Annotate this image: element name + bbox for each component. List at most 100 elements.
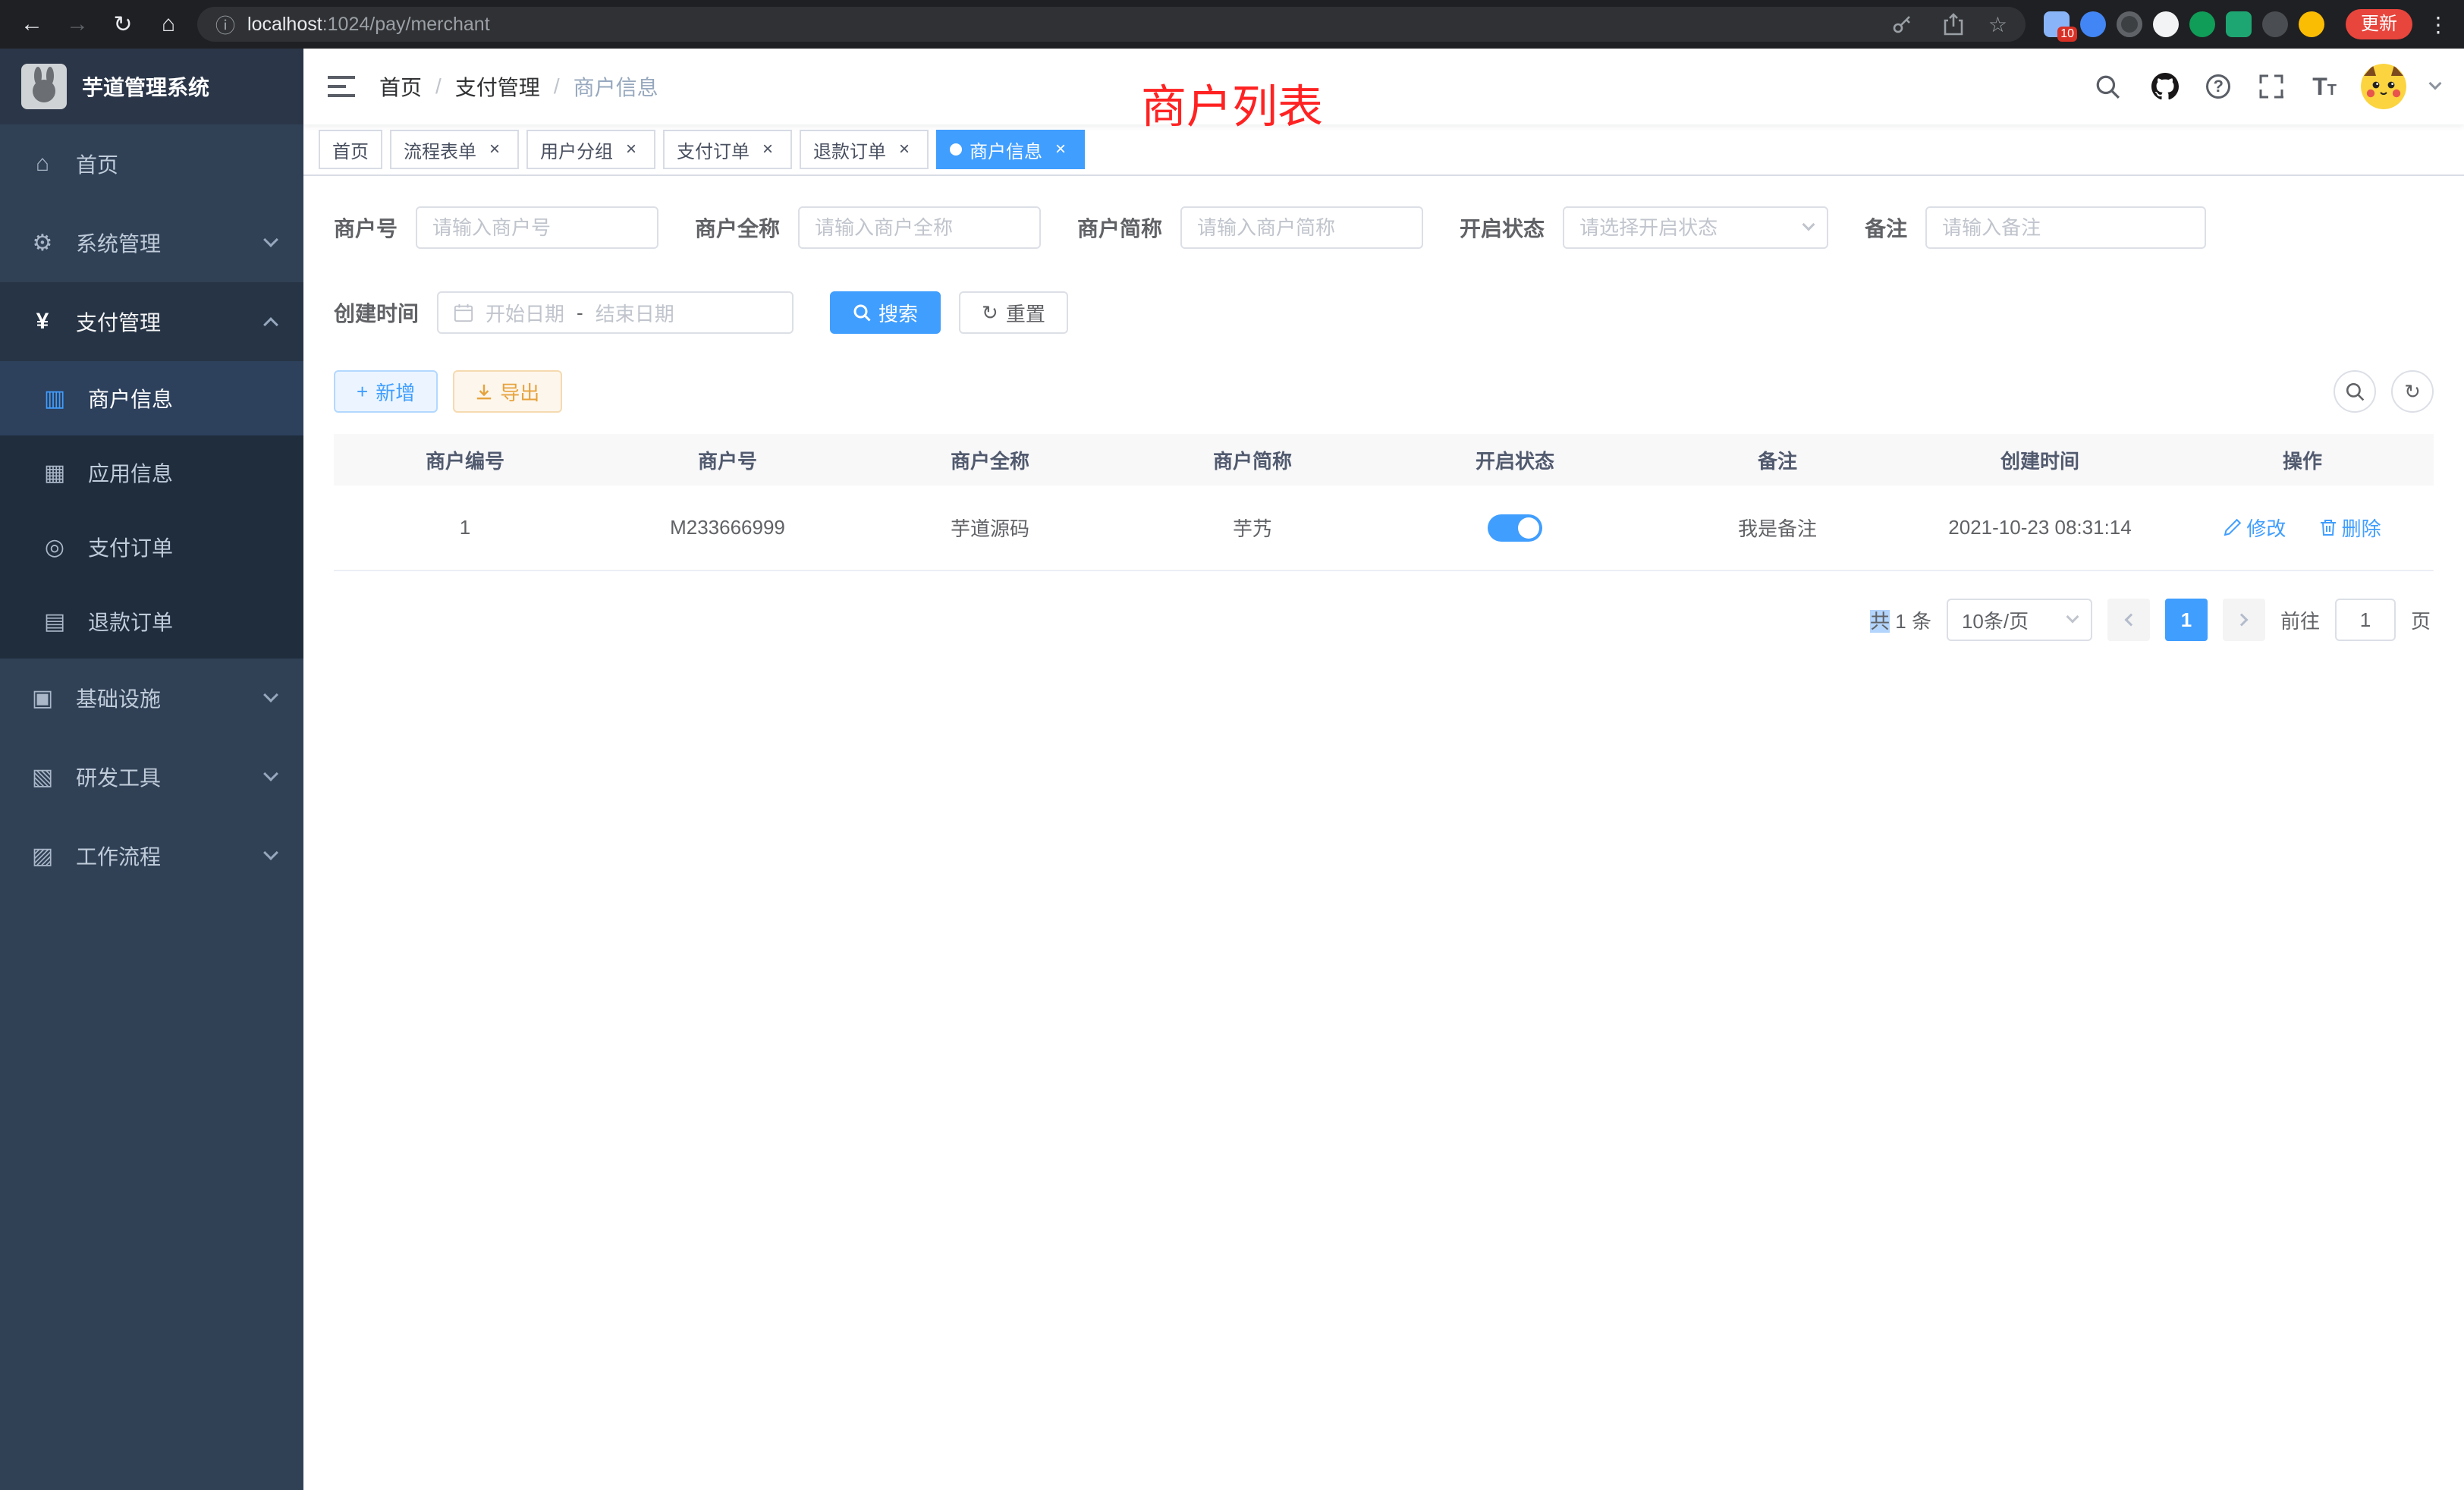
fullscreen-icon[interactable]: [2255, 70, 2288, 103]
sidebar-item-refund-order[interactable]: ▤ 退款订单: [0, 584, 303, 659]
user-avatar[interactable]: [2361, 64, 2406, 109]
full-name-label: 商户全称: [695, 212, 780, 243]
avatar-dropdown-caret-icon[interactable]: [2429, 77, 2442, 90]
delete-link[interactable]: 删除: [2319, 514, 2381, 542]
merchant-table: 商户编号 商户号 商户全称 商户简称 开启状态 备注 创建时间 操作 1 M23…: [334, 434, 2434, 571]
col-short-name: 商户简称: [1121, 434, 1384, 486]
site-info-icon[interactable]: ⓘ: [215, 11, 235, 39]
url-text: localhost:1024/pay/merchant: [247, 14, 490, 36]
date-start-placeholder: 开始日期: [486, 299, 564, 327]
chevron-right-icon: [2235, 614, 2248, 627]
search-button[interactable]: 搜索: [830, 291, 941, 334]
refresh-table-button[interactable]: ↻: [2391, 370, 2434, 413]
extension-icon[interactable]: [2080, 11, 2106, 37]
share-icon[interactable]: [1937, 8, 1970, 41]
breadcrumb-item[interactable]: 支付管理: [455, 71, 540, 102]
breadcrumb-separator: /: [435, 74, 442, 99]
search-icon[interactable]: [2091, 70, 2124, 103]
remark-input[interactable]: [1925, 206, 2206, 249]
page-number-button[interactable]: 1: [2165, 599, 2208, 641]
tag-user-group[interactable]: 用户分组×: [526, 130, 655, 169]
next-page-button[interactable]: [2223, 599, 2265, 641]
github-icon[interactable]: [2148, 70, 2182, 103]
full-name-input[interactable]: [798, 206, 1041, 249]
browser-home-icon[interactable]: ⌂: [152, 8, 185, 41]
status-switch[interactable]: [1488, 514, 1542, 542]
merchant-no-label: 商户号: [334, 212, 398, 243]
extension-icon[interactable]: [2153, 11, 2179, 37]
refund-doc-icon: ▤: [39, 608, 70, 635]
browser-update-button[interactable]: 更新: [2346, 9, 2412, 39]
page-size-value: 10条/页: [1962, 606, 2029, 634]
password-key-icon[interactable]: [1885, 8, 1919, 41]
tag-label: 商户信息: [970, 137, 1042, 163]
sidebar-item-devtools[interactable]: ▧ 研发工具: [0, 737, 303, 816]
sidebar-item-label: 退款订单: [88, 606, 173, 637]
sidebar-item-app-info[interactable]: ▦ 应用信息: [0, 435, 303, 510]
merchant-no-input[interactable]: [416, 206, 658, 249]
tag-process-form[interactable]: 流程表单×: [390, 130, 519, 169]
tag-merchant-info[interactable]: 商户信息 ×: [936, 130, 1085, 169]
bookmark-star-icon[interactable]: ☆: [1988, 12, 2007, 37]
app-grid-icon: ▦: [39, 460, 70, 486]
status-select[interactable]: [1563, 206, 1828, 249]
browser-extensions: 10: [2044, 11, 2324, 37]
goto-page-input[interactable]: [2335, 599, 2396, 641]
pagination-total: 共 1 条: [1870, 606, 1931, 634]
sidebar-item-merchant-info[interactable]: ▥ 商户信息: [0, 361, 303, 435]
edit-link[interactable]: 修改: [2224, 514, 2286, 542]
page-size-select[interactable]: 10条/页: [1947, 599, 2092, 641]
sidebar-item-workflow[interactable]: ▨ 工作流程: [0, 816, 303, 895]
download-icon: [476, 383, 492, 400]
help-icon[interactable]: ?: [2206, 74, 2230, 99]
prev-page-button[interactable]: [2107, 599, 2150, 641]
breadcrumb-separator: /: [554, 74, 560, 99]
breadcrumb-item[interactable]: 首页: [379, 71, 422, 102]
sidebar-item-payment[interactable]: ¥ 支付管理: [0, 282, 303, 361]
close-icon[interactable]: ×: [1050, 139, 1071, 160]
col-status: 开启状态: [1384, 434, 1646, 486]
extension-icon[interactable]: [2299, 11, 2324, 37]
url-host: localhost: [247, 14, 322, 35]
toggle-search-button[interactable]: [2334, 370, 2376, 413]
sidebar-item-system[interactable]: ⚙ 系统管理: [0, 203, 303, 282]
date-end-placeholder: 结束日期: [596, 299, 674, 327]
tag-pay-order[interactable]: 支付订单×: [663, 130, 792, 169]
close-icon[interactable]: ×: [757, 139, 778, 160]
sidebar: 芋道管理系统 ⌂ 首页 ⚙ 系统管理 ¥ 支付管理 ▥ 商户信息 ▦ 应用信息: [0, 49, 303, 1490]
breadcrumb-item-current: 商户信息: [574, 71, 658, 102]
extension-icon[interactable]: [2226, 11, 2252, 37]
sidebar-toggle-icon[interactable]: [328, 76, 355, 97]
close-icon[interactable]: ×: [621, 139, 642, 160]
sidebar-item-infrastructure[interactable]: ▣ 基础设施: [0, 659, 303, 737]
status-select-input[interactable]: [1563, 206, 1828, 249]
export-button[interactable]: 导出: [453, 370, 562, 413]
extension-icon[interactable]: [2117, 11, 2142, 37]
toolbox-icon: ▧: [27, 764, 58, 791]
browser-url-bar[interactable]: ⓘ localhost:1024/pay/merchant ☆: [197, 7, 2026, 42]
close-icon[interactable]: ×: [894, 139, 915, 160]
short-name-input[interactable]: [1180, 206, 1423, 249]
chevron-left-icon: [2124, 614, 2137, 627]
sidebar-item-label: 首页: [76, 149, 118, 179]
browser-menu-icon[interactable]: ⋮: [2428, 12, 2449, 37]
browser-reload-icon[interactable]: ↻: [106, 8, 140, 41]
extension-icon[interactable]: [2262, 11, 2288, 37]
font-size-icon[interactable]: TT: [2312, 73, 2337, 101]
table-row: 1 M233666999 芋道源码 芋艿 我是备注 2021-10-23 08:…: [334, 486, 2434, 571]
close-icon[interactable]: ×: [484, 139, 505, 160]
extension-icon[interactable]: [2189, 11, 2215, 37]
create-time-label: 创建时间: [334, 297, 419, 328]
sidebar-logo[interactable]: 芋道管理系统: [0, 49, 303, 124]
tag-refund-order[interactable]: 退款订单×: [800, 130, 929, 169]
navbar-actions: ? TT: [2091, 64, 2440, 109]
extension-icon[interactable]: 10: [2044, 11, 2070, 37]
tag-home[interactable]: 首页: [319, 130, 382, 169]
add-button[interactable]: + 新增: [334, 370, 438, 413]
sidebar-item-home[interactable]: ⌂ 首页: [0, 124, 303, 203]
browser-back-icon[interactable]: ←: [15, 8, 49, 41]
browser-forward-icon[interactable]: →: [61, 8, 94, 41]
date-range-picker[interactable]: 开始日期 - 结束日期: [437, 291, 794, 334]
reset-button[interactable]: ↻ 重置: [959, 291, 1068, 334]
sidebar-item-pay-order[interactable]: ◎ 支付订单: [0, 510, 303, 584]
